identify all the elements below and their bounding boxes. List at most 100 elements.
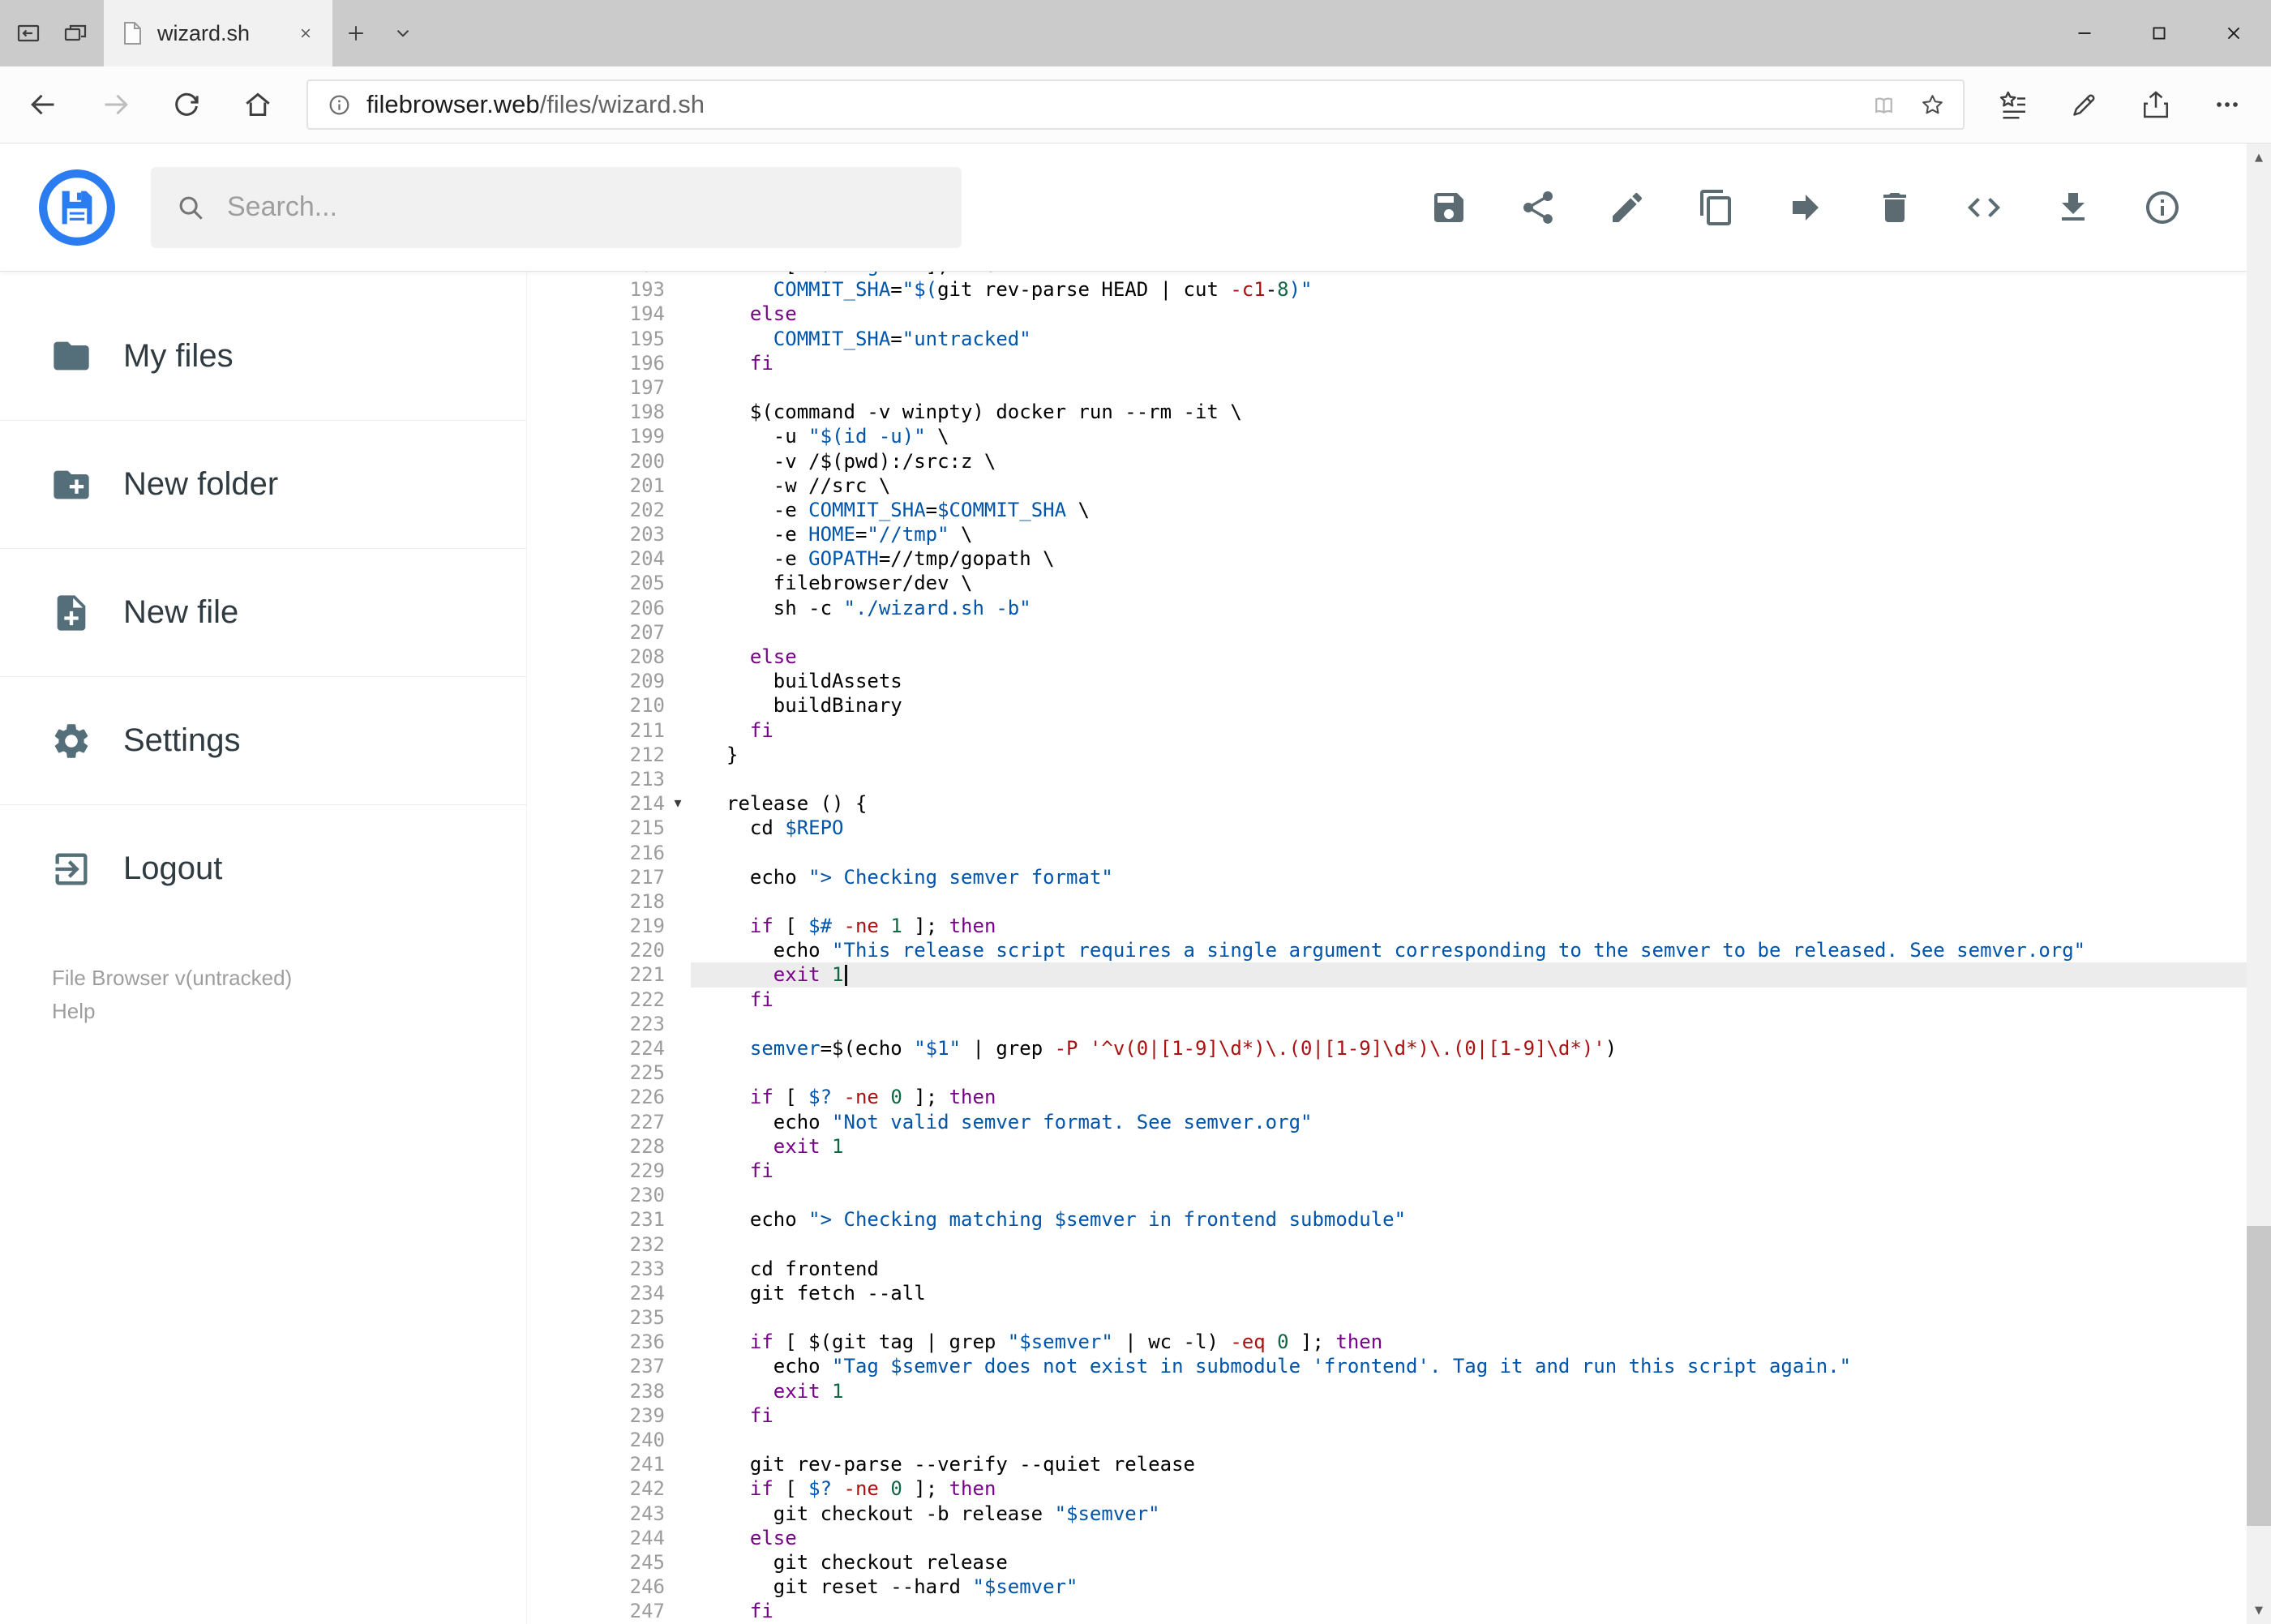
tab-wizard-sh[interactable]: wizard.sh xyxy=(104,0,332,66)
minimize-button[interactable] xyxy=(2047,0,2122,66)
forward-button[interactable] xyxy=(79,72,151,137)
code-line-201[interactable]: 201 -w //src \ xyxy=(527,473,2271,498)
code-line-236[interactable]: 236 if [ $(git tag | grep "$semver" | wc… xyxy=(527,1330,2271,1354)
scroll-down-icon[interactable]: ▼ xyxy=(2247,1596,2271,1624)
code-line-239[interactable]: 239 fi xyxy=(527,1403,2271,1428)
search-box[interactable]: Search... xyxy=(151,166,962,248)
tabs-set-aside-button[interactable] xyxy=(5,0,52,66)
code-line-200[interactable]: 200 -v /$(pwd):/src:z \ xyxy=(527,449,2271,473)
code-line-243[interactable]: 243 git checkout -b release "$semver" xyxy=(527,1502,2271,1526)
code-line-217[interactable]: 217 echo "> Checking semver format" xyxy=(527,865,2271,889)
url-text[interactable]: filebrowser.web/files/wizard.sh xyxy=(366,90,1856,119)
code-line-218[interactable]: 218 xyxy=(527,889,2271,914)
fold-open-icon[interactable]: ▾ xyxy=(665,791,691,816)
share-button[interactable] xyxy=(1519,188,1558,227)
code-line-196[interactable]: 196 fi xyxy=(527,351,2271,375)
help-link[interactable]: Help xyxy=(52,995,292,1028)
sidebar-item-new-file[interactable]: New file xyxy=(0,548,526,676)
tab-preview-toggle[interactable] xyxy=(379,0,426,66)
code-line-213[interactable]: 213 xyxy=(527,767,2271,791)
web-note-button[interactable] xyxy=(2049,72,2120,137)
code-line-193[interactable]: 193 COMMIT_SHA="$(git rev-parse HEAD | c… xyxy=(527,277,2271,302)
raw-button[interactable] xyxy=(1965,188,2003,227)
site-info-icon[interactable] xyxy=(318,84,360,126)
copy-button[interactable] xyxy=(1697,188,1736,227)
code-line-232[interactable]: 232 xyxy=(527,1232,2271,1257)
code-line-245[interactable]: 245 git checkout release xyxy=(527,1550,2271,1575)
close-button[interactable] xyxy=(2196,0,2271,66)
code-editor[interactable]: 192 if [ -d ".git" ]; then193 COMMIT_SHA… xyxy=(527,271,2271,1624)
code-line-246[interactable]: 246 git reset --hard "$semver" xyxy=(527,1575,2271,1599)
code-line-238[interactable]: 238 exit 1 xyxy=(527,1379,2271,1403)
code-line-198[interactable]: 198 $(command -v winpty) docker run --rm… xyxy=(527,400,2271,424)
tab-close-icon[interactable] xyxy=(294,21,318,45)
code-line-192[interactable]: 192 if [ -d ".git" ]; then xyxy=(527,271,2271,277)
code-line-207[interactable]: 207 xyxy=(527,620,2271,645)
code-line-237[interactable]: 237 echo "Tag $semver does not exist in … xyxy=(527,1354,2271,1378)
code-line-240[interactable]: 240 xyxy=(527,1428,2271,1452)
code-line-208[interactable]: 208 else xyxy=(527,645,2271,669)
code-line-206[interactable]: 206 sh -c "./wizard.sh -b" xyxy=(527,596,2271,620)
code-line-222[interactable]: 222 fi xyxy=(527,988,2271,1012)
home-button[interactable] xyxy=(222,72,294,137)
hub-button[interactable] xyxy=(1977,72,2049,137)
code-line-247[interactable]: 247 fi xyxy=(527,1599,2271,1623)
refresh-button[interactable] xyxy=(151,72,222,137)
move-button[interactable] xyxy=(1786,188,1825,227)
download-button[interactable] xyxy=(2054,188,2093,227)
code-line-235[interactable]: 235 xyxy=(527,1305,2271,1330)
code-line-233[interactable]: 233 cd frontend xyxy=(527,1257,2271,1281)
code-line-219[interactable]: 219 if [ $# -ne 1 ]; then xyxy=(527,914,2271,938)
code-line-211[interactable]: 211 fi xyxy=(527,718,2271,743)
page-scrollbar[interactable]: ▲ ▼ xyxy=(2247,144,2271,1624)
code-line-199[interactable]: 199 -u "$(id -u)" \ xyxy=(527,424,2271,448)
info-button[interactable] xyxy=(2143,188,2182,227)
sidebar-item-settings[interactable]: Settings xyxy=(0,676,526,804)
rename-button[interactable] xyxy=(1608,188,1647,227)
sidebar-item-new-folder[interactable]: New folder xyxy=(0,420,526,548)
code-line-221[interactable]: 221 exit 1 xyxy=(527,962,2271,988)
code-line-224[interactable]: 224 semver=$(echo "$1" | grep -P '^v(0|[… xyxy=(527,1036,2271,1061)
sidebar-item-my-files[interactable]: My files xyxy=(0,292,526,420)
save-button[interactable] xyxy=(1429,188,1468,227)
scrollbar-thumb[interactable] xyxy=(2247,1226,2271,1526)
new-tab-button[interactable] xyxy=(332,0,379,66)
delete-button[interactable] xyxy=(1875,188,1914,227)
more-button[interactable] xyxy=(2192,72,2263,137)
share-page-button[interactable] xyxy=(2120,72,2192,137)
back-button[interactable] xyxy=(8,72,79,137)
code-line-244[interactable]: 244 else xyxy=(527,1526,2271,1550)
code-line-234[interactable]: 234 git fetch --all xyxy=(527,1281,2271,1305)
code-line-194[interactable]: 194 else xyxy=(527,302,2271,326)
code-line-195[interactable]: 195 COMMIT_SHA="untracked" xyxy=(527,327,2271,351)
code-line-230[interactable]: 230 xyxy=(527,1183,2271,1207)
code-line-241[interactable]: 241 git rev-parse --verify --quiet relea… xyxy=(527,1452,2271,1476)
code-line-231[interactable]: 231 echo "> Checking matching $semver in… xyxy=(527,1207,2271,1232)
code-line-214[interactable]: 214 ▾ release () { xyxy=(527,791,2271,816)
code-line-228[interactable]: 228 exit 1 xyxy=(527,1134,2271,1159)
code-line-202[interactable]: 202 -e COMMIT_SHA=$COMMIT_SHA \ xyxy=(527,498,2271,522)
code-line-197[interactable]: 197 xyxy=(527,375,2271,400)
code-line-216[interactable]: 216 xyxy=(527,841,2271,865)
code-line-215[interactable]: 215 cd $REPO xyxy=(527,816,2271,840)
code-line-229[interactable]: 229 fi xyxy=(527,1159,2271,1183)
code-line-205[interactable]: 205 filebrowser/dev \ xyxy=(527,571,2271,595)
code-line-225[interactable]: 225 xyxy=(527,1061,2271,1085)
address-bar[interactable]: filebrowser.web/files/wizard.sh xyxy=(306,79,1965,130)
code-line-212[interactable]: 212} xyxy=(527,743,2271,767)
code-line-223[interactable]: 223 xyxy=(527,1012,2271,1036)
code-line-242[interactable]: 242 if [ $? -ne 0 ]; then xyxy=(527,1476,2271,1501)
code-line-220[interactable]: 220 echo "This release script requires a… xyxy=(527,938,2271,962)
code-line-226[interactable]: 226 if [ $? -ne 0 ]; then xyxy=(527,1085,2271,1109)
code-line-209[interactable]: 209 buildAssets xyxy=(527,669,2271,693)
sidebar-item-logout[interactable]: Logout xyxy=(0,804,526,932)
code-line-227[interactable]: 227 echo "Not valid semver format. See s… xyxy=(527,1110,2271,1134)
reading-view-icon[interactable] xyxy=(1862,84,1905,126)
scroll-up-icon[interactable]: ▲ xyxy=(2247,144,2271,171)
tabs-preview-button[interactable] xyxy=(52,0,99,66)
maximize-button[interactable] xyxy=(2122,0,2196,66)
code-line-203[interactable]: 203 -e HOME="//tmp" \ xyxy=(527,522,2271,546)
favorite-star-icon[interactable] xyxy=(1911,84,1953,126)
code-line-204[interactable]: 204 -e GOPATH=//tmp/gopath \ xyxy=(527,546,2271,571)
code-line-210[interactable]: 210 buildBinary xyxy=(527,693,2271,718)
